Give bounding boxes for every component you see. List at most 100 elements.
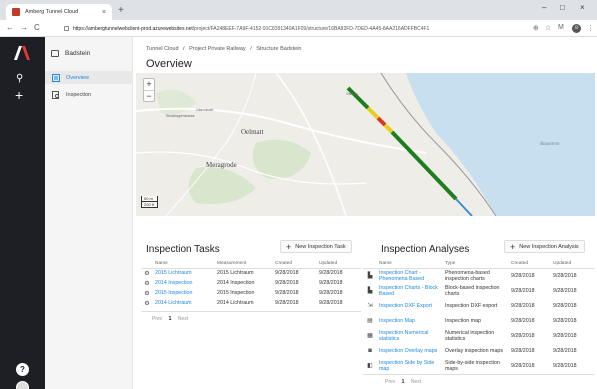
col-name[interactable]: Name	[153, 259, 215, 269]
new-inspection-analysis-button[interactable]: + New Inspection Analysis	[504, 240, 585, 253]
current-page[interactable]: 1	[169, 316, 172, 322]
new-inspection-task-button[interactable]: + New Inspection Task	[280, 240, 352, 253]
table-row[interactable]: ◧ Inspection Side by Side map Side-by-si…	[363, 358, 594, 373]
task-updated: 9/28/2018	[319, 280, 343, 286]
zoom-icon[interactable]: ⊕	[533, 24, 539, 32]
col-name[interactable]: Name	[377, 259, 443, 269]
table-row[interactable]: ▙ Inspection Chart - Phenomena Based Phe…	[363, 268, 594, 283]
tunnel-segment-green[interactable]	[346, 86, 370, 110]
add-icon[interactable]: +	[15, 87, 23, 103]
analysis-updated: 9/28/2018	[553, 362, 577, 369]
maximize-icon[interactable]: □	[560, 3, 565, 12]
table-row[interactable]: ⇲ Inspection DXF Export Inspection DXF e…	[363, 298, 594, 313]
breadcrumb-separator: /	[250, 46, 252, 52]
extension-icon[interactable]: M	[558, 24, 564, 31]
col-created[interactable]: Created	[273, 259, 317, 269]
sidebar-item-overview[interactable]: Overview	[45, 71, 133, 84]
scale-imperial: 200 ft	[141, 202, 158, 208]
task-updated: 9/28/2018	[319, 290, 343, 296]
url-field[interactable]: https://ambergtunnelwebclient-prod.azure…	[60, 23, 530, 34]
back-icon[interactable]: ←	[6, 23, 14, 33]
prev-page-button[interactable]: Prev	[152, 316, 162, 322]
next-page-button[interactable]: Next	[411, 379, 421, 385]
analysis-name-link[interactable]: Inspection Chart - Phenomena Based	[377, 268, 443, 283]
table-row[interactable]: ⚙ 2014 Lichtraum 2014 Lichtraum 9/28/201…	[141, 298, 361, 308]
table-row[interactable]: ▙ Inspection Charts - Block Based Block-…	[363, 283, 594, 298]
tunnel-segment-red[interactable]	[376, 116, 387, 127]
divider	[363, 374, 594, 375]
zoom-in-button[interactable]: +	[144, 79, 154, 90]
map-icon: ▤	[367, 317, 373, 324]
task-icon: ⚙	[144, 290, 150, 297]
col-type[interactable]: Type	[443, 259, 509, 269]
table-row[interactable]: ⚙ 2015 Lichtraum 2015 Lichtraum 9/28/201…	[141, 268, 361, 278]
forward-icon[interactable]: →	[20, 23, 28, 33]
analysis-created: 9/28/2018	[511, 317, 535, 324]
analysis-name-link[interactable]: Inspection Numerical statistics	[377, 328, 443, 343]
analysis-name-link[interactable]: Inspection DXF Export	[377, 298, 443, 313]
task-created: 9/28/2018	[275, 270, 299, 277]
analyses-pager: Prev 1 Next	[385, 379, 421, 385]
current-page[interactable]: 1	[402, 379, 405, 385]
structure-icon	[51, 49, 59, 57]
prev-page-button[interactable]: Prev	[385, 379, 395, 385]
forest-area	[156, 89, 196, 115]
col-measurement[interactable]: Measurement	[215, 259, 273, 269]
next-page-button[interactable]: Next	[178, 316, 188, 322]
avatar[interactable]	[16, 381, 29, 389]
breadcrumb-project[interactable]: Project Private Railway	[189, 46, 246, 52]
table-row[interactable]: ◙ Inspection Overlay maps Overlay inspec…	[363, 343, 594, 358]
task-name-link[interactable]: 2015 Lichtraum	[153, 268, 215, 278]
tunnel-segment-yellow[interactable]	[366, 106, 380, 120]
structure-map[interactable]: Oelmatt Meragrode Oberolmatt Gisikon Str…	[136, 73, 595, 216]
map-label: Stradbagerstrasse	[166, 114, 195, 118]
amberg-logo-icon[interactable]	[14, 46, 30, 60]
profile-icon[interactable]: ⊙	[572, 24, 581, 33]
task-icon: ⚙	[144, 270, 150, 277]
divider	[141, 311, 361, 312]
sidebar-item-inspection[interactable]: Inspection	[45, 88, 133, 101]
task-name-link[interactable]: 2015 Inspection	[153, 288, 215, 298]
table-row[interactable]: ▦ Inspection Numerical statistics Numeri…	[363, 328, 594, 343]
kebab-menu-icon[interactable]: ⋮	[587, 24, 594, 32]
breadcrumb-tunnel-cloud[interactable]: Tunnel Cloud	[146, 46, 179, 52]
analysis-name-link[interactable]: Inspection Charts - Block Based	[377, 283, 443, 298]
breadcrumb-structure[interactable]: Structure Badstein	[256, 46, 301, 52]
analysis-name-link[interactable]: Inspection Overlay maps	[377, 343, 443, 358]
table-row[interactable]: ▤ Inspection Map Inspection map 9/28/201…	[363, 313, 594, 328]
main-content: Tunnel Cloud / Project Private Railway /…	[133, 37, 597, 389]
browser-tab[interactable]: Amberg Tunnel Cloud ×	[6, 4, 112, 20]
tasks-table: Name Measurement Created Updated ⚙ 2015 …	[141, 259, 361, 308]
zoom-out-button[interactable]: −	[144, 90, 154, 101]
star-icon[interactable]: ☆	[545, 24, 551, 32]
tab-close-icon[interactable]: ×	[102, 9, 106, 16]
analysis-name-link[interactable]: Inspection Map	[377, 313, 443, 328]
sidebar-header[interactable]: Badstein	[45, 46, 133, 60]
structure-sidebar: Badstein Overview Inspection	[45, 37, 133, 389]
window-close-icon[interactable]: ×	[580, 3, 585, 12]
new-analysis-label: New Inspection Analysis	[519, 243, 579, 250]
chart-icon: ▙	[367, 272, 373, 279]
analysis-updated: 9/28/2018	[553, 287, 577, 294]
address-bar: ← → C https://ambergtunnelwebclient-prod…	[0, 20, 597, 37]
minimize-icon[interactable]: –	[542, 3, 546, 12]
col-created[interactable]: Created	[509, 259, 551, 269]
analysis-type: Block-based inspection charts	[445, 284, 500, 297]
tunnel-segment-blue[interactable]	[455, 198, 473, 216]
task-name-link[interactable]: 2014 Inspection	[153, 278, 215, 288]
table-row[interactable]: ⚙ 2014 Inspection 2014 Inspection 9/28/2…	[141, 278, 361, 288]
tunnel-segment-yellow[interactable]	[383, 123, 394, 134]
help-icon[interactable]: ?	[16, 363, 29, 376]
col-updated[interactable]: Updated	[317, 259, 361, 269]
search-icon[interactable]: ⚲	[16, 73, 23, 84]
analysis-created: 9/28/2018	[511, 332, 535, 339]
statistics-icon: ▦	[367, 332, 373, 339]
col-updated[interactable]: Updated	[551, 259, 594, 269]
page-title: Overview	[146, 58, 192, 70]
breadcrumb-separator: /	[183, 46, 185, 52]
task-name-link[interactable]: 2014 Lichtraum	[153, 298, 215, 308]
new-tab-button[interactable]: +	[118, 5, 124, 17]
reload-icon[interactable]: C	[34, 23, 40, 33]
analysis-name-link[interactable]: Inspection Side by Side map	[377, 358, 443, 373]
table-row[interactable]: ⚙ 2015 Inspection 2015 Inspection 9/28/2…	[141, 288, 361, 298]
